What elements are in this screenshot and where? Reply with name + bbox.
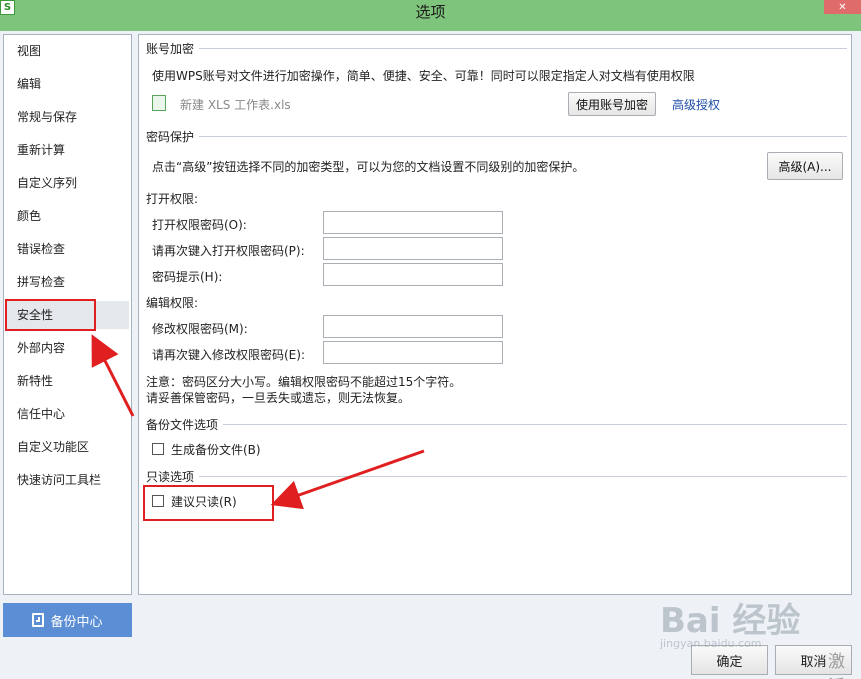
arrow-to-readonly: [270, 449, 425, 510]
watermark-url: jingyan.baidu.com: [660, 637, 762, 650]
arrow-to-security: [91, 334, 135, 417]
watermark-brand: Bai 经验: [660, 601, 801, 641]
baidu-jingyan-watermark: Bai 经验 jingyan.baidu.com 激活: [660, 585, 860, 679]
watermark-activate: 激活: [828, 652, 845, 679]
annotation-arrows: [91, 334, 425, 510]
